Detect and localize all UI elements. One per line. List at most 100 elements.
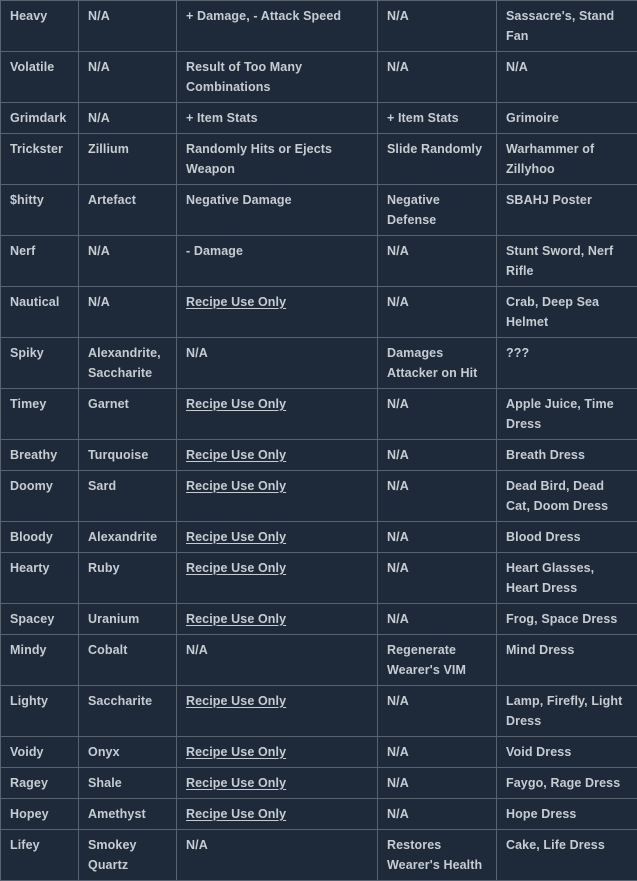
cell-weapon_effect[interactable]: Recipe Use Only xyxy=(177,471,378,522)
cell-text: N/A xyxy=(387,397,409,411)
abjuration-properties-table: HeavyN/A+ Damage, - Attack SpeedN/ASassa… xyxy=(0,0,637,881)
cell-abjuration: Hearty xyxy=(1,553,79,604)
cell-text: Faygo, Rage Dress xyxy=(506,776,620,790)
table-row: GrimdarkN/A+ Item Stats+ Item StatsGrimo… xyxy=(1,103,637,134)
cell-mineral: Uranium xyxy=(79,604,177,635)
cell-mineral: Garnet xyxy=(79,389,177,440)
recipe-use-only-link[interactable]: Recipe Use Only xyxy=(186,694,286,708)
cell-text: Apple Juice, Time Dress xyxy=(506,397,614,431)
cell-text: Void Dress xyxy=(506,745,571,759)
recipe-use-only-link[interactable]: Recipe Use Only xyxy=(186,745,286,759)
cell-mineral: Artefact xyxy=(79,185,177,236)
cell-weapon_effect: N/A xyxy=(177,830,378,881)
cell-text: Damages Attacker on Hit xyxy=(387,346,477,380)
cell-text: N/A xyxy=(186,346,208,360)
cell-text: Hearty xyxy=(10,561,50,575)
cell-abjuration: Nautical xyxy=(1,287,79,338)
cell-weapon_effect: - Damage xyxy=(177,236,378,287)
cell-mineral: Cobalt xyxy=(79,635,177,686)
cell-text: SBAHJ Poster xyxy=(506,193,592,207)
cell-text: N/A xyxy=(88,9,110,23)
cell-examples: Lamp, Firefly, Light Dress xyxy=(497,686,637,737)
table-row: Hearty Ruby Recipe Use Only N/A Heart Glasse… xyxy=(1,553,637,604)
cell-examples: Heart Glasses, Heart Dress xyxy=(497,553,637,604)
cell-mineral: N/A xyxy=(79,236,177,287)
recipe-use-only-link[interactable]: Recipe Use Only xyxy=(186,479,286,493)
cell-text: Garnet xyxy=(88,397,129,411)
cell-armor_effect: N/A xyxy=(378,686,497,737)
cell-text: N/A xyxy=(88,295,110,309)
cell-armor_effect: Regenerate Wearer's VIM xyxy=(378,635,497,686)
cell-armor_effect: N/A xyxy=(378,553,497,604)
table-body: HeavyN/A+ Damage, - Attack SpeedN/ASassa… xyxy=(1,1,637,881)
cell-examples: N/A xyxy=(497,52,637,103)
cell-text: Result of Too Many Combinations xyxy=(186,60,302,94)
table-row: BreathyTurquoiseRecipe Use OnlyN/ABreath… xyxy=(1,440,637,471)
cell-examples: Frog, Space Dress xyxy=(497,604,637,635)
cell-text: Lamp, Firefly, Light Dress xyxy=(506,694,622,728)
cell-weapon_effect[interactable]: Recipe Use Only xyxy=(177,737,378,768)
cell-mineral: Turquoise xyxy=(79,440,177,471)
cell-text: + Damage, - Attack Speed xyxy=(186,9,341,23)
cell-text: Crab, Deep Sea Helmet xyxy=(506,295,599,329)
cell-text: ??? xyxy=(506,346,529,360)
cell-armor_effect: Restores Wearer's Health xyxy=(378,830,497,881)
recipe-use-only-link[interactable]: Recipe Use Only xyxy=(186,776,286,790)
cell-examples: Cake, Life Dress xyxy=(497,830,637,881)
cell-text: N/A xyxy=(387,448,409,462)
cell-text: Breathy xyxy=(10,448,57,462)
cell-text: Alexandrite xyxy=(88,530,157,544)
cell-weapon_effect[interactable]: Recipe Use Only xyxy=(177,799,378,830)
cell-text: Dead Bird, Dead Cat, Doom Dress xyxy=(506,479,608,513)
cell-weapon_effect: N/A xyxy=(177,635,378,686)
cell-mineral: N/A xyxy=(79,52,177,103)
cell-weapon_effect[interactable]: Recipe Use Only xyxy=(177,440,378,471)
cell-text: Randomly Hits or Ejects Weapon xyxy=(186,142,332,176)
cell-mineral: Saccharite xyxy=(79,686,177,737)
cell-text: Sard xyxy=(88,479,116,493)
cell-weapon_effect[interactable]: Recipe Use Only xyxy=(177,686,378,737)
cell-text: Negative Defense xyxy=(387,193,440,227)
cell-weapon_effect[interactable]: Recipe Use Only xyxy=(177,389,378,440)
recipe-use-only-link[interactable]: Recipe Use Only xyxy=(186,561,286,575)
table-row: Lifey Smokey Quartz N/ARestores Wearer's H… xyxy=(1,830,637,881)
cell-text: Ruby xyxy=(88,561,120,575)
cell-abjuration: Trickster xyxy=(1,134,79,185)
cell-armor_effect: N/A xyxy=(378,1,497,52)
cell-text: Negative Damage xyxy=(186,193,292,207)
recipe-use-only-link[interactable]: Recipe Use Only xyxy=(186,295,286,309)
cell-abjuration: Spiky xyxy=(1,338,79,389)
cell-text: Smokey Quartz xyxy=(88,838,137,872)
recipe-use-only-link[interactable]: Recipe Use Only xyxy=(186,448,286,462)
recipe-use-only-link[interactable]: Recipe Use Only xyxy=(186,612,286,626)
cell-mineral: Alexandrite xyxy=(79,522,177,553)
table-row: DoomySardRecipe Use OnlyN/ADead Bird, De… xyxy=(1,471,637,522)
cell-text: Lifey xyxy=(10,838,40,852)
cell-weapon_effect[interactable]: Recipe Use Only xyxy=(177,604,378,635)
cell-text: Ragey xyxy=(10,776,48,790)
table-row: MindyCobaltN/ARegenerate Wearer's VIMMin… xyxy=(1,635,637,686)
cell-text: N/A xyxy=(387,776,409,790)
recipe-use-only-link[interactable]: Recipe Use Only xyxy=(186,530,286,544)
cell-examples: Apple Juice, Time Dress xyxy=(497,389,637,440)
cell-text: Mind Dress xyxy=(506,643,574,657)
cell-text: N/A xyxy=(387,745,409,759)
cell-weapon_effect[interactable]: Recipe Use Only xyxy=(177,522,378,553)
cell-armor_effect: N/A xyxy=(378,52,497,103)
cell-armor_effect: Damages Attacker on Hit xyxy=(378,338,497,389)
cell-weapon_effect[interactable]: Recipe Use Only xyxy=(177,768,378,799)
cell-examples: Blood Dress xyxy=(497,522,637,553)
cell-text: Grimdark xyxy=(10,111,66,125)
cell-weapon_effect[interactable]: Recipe Use Only xyxy=(177,287,378,338)
recipe-use-only-link[interactable]: Recipe Use Only xyxy=(186,397,286,411)
cell-text: N/A xyxy=(387,561,409,575)
table-row: NerfN/A- DamageN/AStunt Sword, Nerf Rifl… xyxy=(1,236,637,287)
cell-text: Cobalt xyxy=(88,643,128,657)
cell-text: Timey xyxy=(10,397,46,411)
cell-weapon_effect[interactable]: Recipe Use Only xyxy=(177,553,378,604)
cell-text: Spacey xyxy=(10,612,54,626)
cell-armor_effect: N/A xyxy=(378,799,497,830)
cell-armor_effect: N/A xyxy=(378,287,497,338)
cell-text: N/A xyxy=(387,694,409,708)
cell-text: Warhammer of Zillyhoo xyxy=(506,142,594,176)
